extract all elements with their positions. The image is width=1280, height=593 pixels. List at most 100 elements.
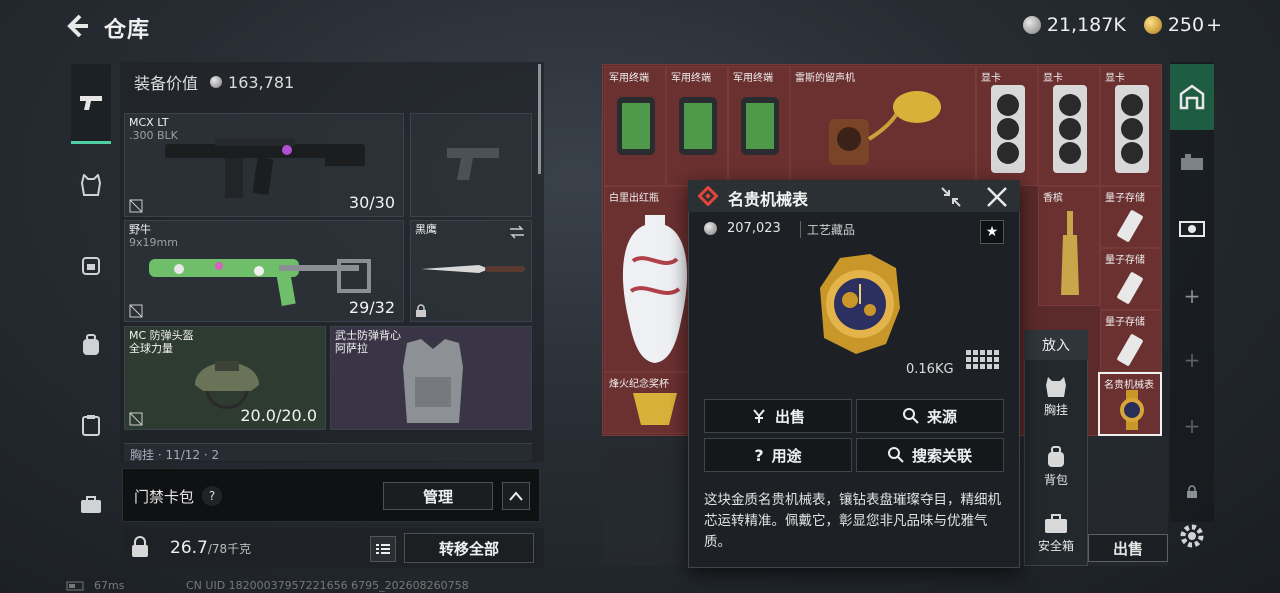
item-label: 量子存储 <box>1105 193 1145 204</box>
settings-gear-icon[interactable] <box>1178 522 1206 550</box>
silver-currency[interactable]: 21,187K <box>1022 14 1126 36</box>
item-label: 香槟 <box>1043 193 1063 204</box>
lock-icon <box>1187 485 1197 498</box>
stash-item-trophy[interactable]: 烽火纪念奖杯 <box>604 372 690 434</box>
source-button[interactable]: 来源 <box>856 399 1004 433</box>
silver-amount: 21,187K <box>1046 14 1126 36</box>
stash-sell-button[interactable]: 出售 <box>1088 534 1168 562</box>
terminal-icon <box>617 97 655 155</box>
collapse-icon[interactable] <box>940 186 962 208</box>
melee-name: 黑鹰 <box>415 223 437 236</box>
item-label: 显卡 <box>1105 73 1125 84</box>
transfer-all-button[interactable]: 转移全部 <box>404 533 534 563</box>
page-title: 仓库 <box>104 18 151 43</box>
rail-stash-tab[interactable] <box>1170 64 1214 130</box>
terminal-icon <box>741 97 779 155</box>
swap-icon[interactable] <box>509 225 525 239</box>
add-tab-icon[interactable]: + <box>1170 338 1214 382</box>
locked-tab[interactable] <box>1170 470 1214 514</box>
back-button[interactable] <box>64 12 92 40</box>
add-currency-icon[interactable]: + <box>1206 14 1222 36</box>
gear-value-label: 装备价值 <box>134 74 199 93</box>
rail-armor[interactable] <box>72 166 110 204</box>
item-label: 显卡 <box>1043 73 1063 84</box>
weight-lock-icon <box>130 536 150 558</box>
rail-tab-3[interactable] <box>1170 206 1214 250</box>
stash-item-gpu[interactable]: 显卡 <box>976 66 1038 186</box>
no-insure-icon <box>129 303 143 318</box>
favorite-star-icon[interactable]: ★ <box>980 220 1004 244</box>
search-related-button[interactable]: 搜索关联 <box>856 438 1004 472</box>
silver-coin-icon <box>1022 16 1041 34</box>
item-weight: 0.16KG <box>906 362 954 377</box>
vest-slot[interactable]: 武士防弹背心 阿萨拉 <box>330 326 532 430</box>
item-label: 军用终端 <box>609 73 649 84</box>
helmet-sub: 全球力量 <box>129 342 173 355</box>
stash-item-quantum-storage[interactable]: 量子存储 <box>1100 186 1162 248</box>
stash-item-terminal[interactable]: 军用终端 <box>728 66 790 186</box>
safe-box-icon <box>1045 514 1067 533</box>
stash-item-champagne[interactable]: 香槟 <box>1038 186 1100 306</box>
stash-item-watch-selected[interactable]: 名贵机械表 <box>1098 372 1162 436</box>
rail-clipboard[interactable] <box>72 406 110 444</box>
sell-button[interactable]: 出售 <box>704 399 852 433</box>
rail-chest-rig[interactable] <box>72 246 110 284</box>
add-tab-icon[interactable]: + <box>1170 404 1214 448</box>
rail-backpack[interactable] <box>72 326 110 364</box>
silver-coin-icon <box>210 76 223 88</box>
no-insure-icon <box>129 198 143 213</box>
vest-sub: 阿萨拉 <box>335 342 368 355</box>
stash-item-terminal[interactable]: 军用终端 <box>666 66 728 186</box>
stash-item-gramophone[interactable]: 雷斯的留声机 <box>790 66 976 186</box>
warehouse-icon <box>1179 84 1205 110</box>
stash-item-quantum-storage[interactable]: 量子存储 <box>1100 310 1162 372</box>
stash-item-gpu[interactable]: 显卡 <box>1038 66 1100 186</box>
close-icon[interactable] <box>986 186 1008 208</box>
rail-tab-2[interactable] <box>1170 140 1214 184</box>
expand-button[interactable] <box>502 482 530 510</box>
put-in-backpack[interactable]: 背包 <box>1024 446 1088 488</box>
put-in-label: 安全箱 <box>1037 539 1074 553</box>
put-in-safe-box[interactable]: 安全箱 <box>1024 514 1088 554</box>
card-pack-label: 门禁卡包 <box>134 488 195 506</box>
secondary-weapon-slot[interactable]: 野牛 9x19mm 29/32 <box>124 220 404 322</box>
rail-weapons[interactable] <box>71 64 111 144</box>
help-icon[interactable]: ? <box>202 486 222 506</box>
usage-button[interactable]: ? 用途 <box>704 438 852 472</box>
loadout-scrollbar[interactable] <box>538 64 541 174</box>
put-in-chest-rig[interactable]: 胸挂 <box>1024 376 1088 418</box>
left-rail <box>66 60 116 552</box>
melee-slot[interactable]: 黑鹰 <box>410 220 532 322</box>
stash-item-gpu[interactable]: 显卡 <box>1100 66 1162 186</box>
add-tab-icon[interactable]: + <box>1170 274 1214 318</box>
usb-drive-icon <box>1117 272 1143 304</box>
primary-weapon-slot[interactable]: MCX LT .300 BLK 30/30 <box>124 113 404 217</box>
sidearm-slot-empty[interactable] <box>410 113 532 217</box>
trophy-icon <box>633 393 677 425</box>
item-label: 量子存储 <box>1105 255 1145 266</box>
item-category: 工艺藏品 <box>800 221 855 238</box>
armor-icon <box>81 174 101 196</box>
helmet-slot[interactable]: MC 防弹头盔 全球力量 20.0/20.0 <box>124 326 326 430</box>
knife-icon <box>421 265 525 273</box>
gold-currency[interactable]: 250 + <box>1143 14 1222 36</box>
backpack-icon <box>83 334 99 355</box>
stash-item-quantum-storage[interactable]: 量子存储 <box>1100 248 1162 310</box>
chest-rig-slot-partial[interactable]: 胸挂 · 11/12 · 2 <box>124 443 532 461</box>
gold-coin-icon <box>1143 16 1162 34</box>
gear-value-amount: 163,781 <box>228 72 295 92</box>
rail-briefcase[interactable] <box>72 486 110 524</box>
put-in-title: 放入 <box>1024 330 1088 360</box>
popup-title: 名贵机械表 <box>728 190 809 209</box>
rarity-diamond-icon <box>697 185 719 207</box>
smg-icon <box>149 259 371 306</box>
stash-item-terminal[interactable]: 军用终端 <box>604 66 666 186</box>
list-view-button[interactable] <box>370 536 396 562</box>
ping-value: 67ms <box>94 579 125 592</box>
stash-item-vase[interactable]: 白里出红瓶 <box>604 186 690 372</box>
pistol-placeholder-icon <box>447 148 499 180</box>
manage-button[interactable]: 管理 <box>383 482 493 510</box>
champagne-icon <box>1061 211 1079 295</box>
question-icon: ? <box>754 445 764 465</box>
carry-weight: 26.7/78千克 <box>170 538 251 558</box>
